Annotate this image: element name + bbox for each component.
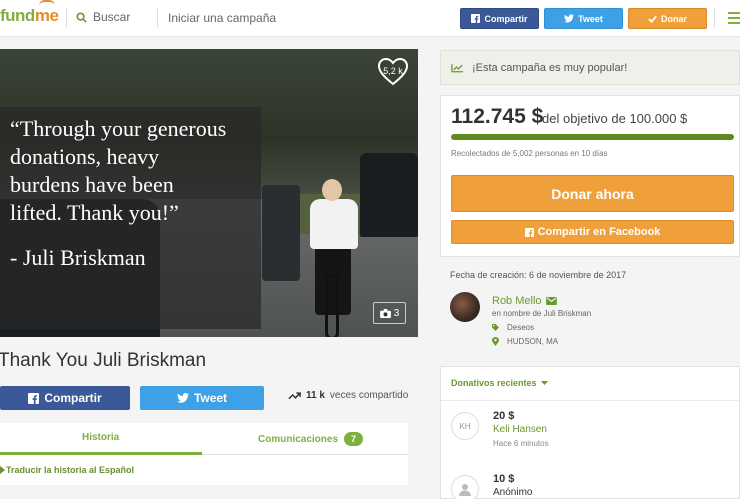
donation-item: KH 20 $ Keli Hansen Hace 6 minutos <box>451 410 731 454</box>
header-facebook-share-button[interactable]: Compartir <box>460 8 539 29</box>
camera-icon <box>379 308 391 318</box>
heart-button[interactable]: 5,2 k <box>377 57 409 87</box>
twitter-icon <box>564 14 575 23</box>
divider <box>441 400 740 401</box>
donation-amount: 10 $ <box>493 473 515 485</box>
quote-text: “Through your generous donations, heavy … <box>10 116 227 225</box>
recent-donations-label: Donativos recientes <box>451 378 537 388</box>
facebook-share-button[interactable]: Compartir <box>0 386 130 410</box>
image-cyclist <box>310 199 358 249</box>
header-donate-button[interactable]: Donar <box>628 8 707 29</box>
donation-item: 10 $ Anónimo <box>451 473 731 499</box>
recent-donations-dropdown[interactable]: Donativos recientes <box>451 378 548 388</box>
logo-text-accent: me <box>34 6 59 25</box>
logo-text-main: fund <box>0 6 35 25</box>
campaign-location: HUDSON, MA <box>492 337 558 346</box>
divider <box>157 9 158 28</box>
location-label: HUDSON, MA <box>507 337 559 346</box>
chart-trend-icon <box>451 63 464 72</box>
creation-date: Fecha de creación: 6 de noviembre de 201… <box>450 270 627 280</box>
tab-updates-label: Comunicaciones <box>258 433 339 445</box>
twitter-icon <box>176 393 189 403</box>
tag-icon <box>492 324 499 331</box>
popular-banner: ¡Esta campaña es muy popular! <box>440 50 740 85</box>
donation-time: Hace 6 minutos <box>493 439 549 448</box>
check-icon <box>648 15 657 23</box>
start-campaign-link[interactable]: Iniciar una campaña <box>168 11 276 25</box>
envelope-icon[interactable] <box>545 297 557 305</box>
search-icon <box>76 11 87 23</box>
photo-count: 3 <box>393 307 400 319</box>
organizer-avatar[interactable] <box>450 292 480 322</box>
progress-fill <box>451 134 734 140</box>
raised-amount: 112.745 $ <box>451 105 544 128</box>
facebook-icon <box>524 227 534 237</box>
campaign-title: Thank You Juli Briskman <box>0 350 207 371</box>
campaign-hero-image[interactable]: “Through your generous donations, heavy … <box>0 49 418 337</box>
campaign-category[interactable]: Deseos <box>492 323 534 332</box>
donate-now-button[interactable]: Donar ahora <box>451 175 734 212</box>
translate-label: Traducir la historia al Español <box>6 465 135 475</box>
donor-name: Anónimo <box>493 487 533 498</box>
donor-initials: KH <box>451 412 479 440</box>
organizer-info: Fecha de creación: 6 de noviembre de 201… <box>440 262 740 358</box>
organizer-behalf: en nombre de Juli Briskman <box>492 309 592 318</box>
popular-text: ¡Esta campaña es muy popular! <box>472 61 628 74</box>
goal-text: del objetivo de 100.000 $ <box>542 111 688 126</box>
divider <box>714 9 715 28</box>
logo-arc <box>39 0 55 6</box>
organizer-name-link[interactable]: Rob Mello <box>492 295 557 307</box>
image-bicycle-wheel <box>325 274 339 337</box>
search-label: Buscar <box>93 10 131 24</box>
header-tweet-button[interactable]: Tweet <box>544 8 623 29</box>
share-facebook-label: Compartir en Facebook <box>537 226 661 238</box>
recent-donations: Donativos recientes KH 20 $ Keli Hansen … <box>440 366 740 499</box>
header-share-label: Compartir <box>484 13 528 24</box>
caret-down-icon <box>540 381 548 385</box>
facebook-icon <box>28 392 40 404</box>
category-label: Deseos <box>507 323 535 332</box>
facebook-icon <box>471 14 481 23</box>
search-button[interactable]: Buscar <box>76 10 130 24</box>
image-car <box>262 185 300 281</box>
translate-story-link[interactable]: Traducir la historia al Español <box>0 455 408 485</box>
fundraising-summary: 112.745 $ del objetivo de 100.000 $ Reco… <box>440 95 740 257</box>
quote-signature: - Juli Briskman <box>10 245 146 270</box>
raised-summary: Recolectados de 5,002 personas en 10 día… <box>451 149 608 158</box>
share-count-suffix: veces compartido <box>329 390 409 401</box>
image-cyclist-head <box>322 179 342 201</box>
anonymous-avatar-icon <box>451 475 479 499</box>
updates-count-badge: 7 <box>344 432 364 446</box>
trending-icon <box>288 392 301 400</box>
donation-amount: 20 $ <box>493 410 515 422</box>
tweet-button[interactable]: Tweet <box>140 386 264 410</box>
tab-story[interactable]: Historia <box>82 432 119 443</box>
gofundme-logo[interactable]: fundme <box>0 6 59 26</box>
story-tabs: Historia Comunicaciones 7 <box>0 423 408 455</box>
menu-icon[interactable] <box>728 12 740 24</box>
share-count-value: 11 k <box>306 390 325 401</box>
share-count: 11 k veces compartido <box>288 390 408 401</box>
header-donate-label: Donar <box>660 13 687 24</box>
donor-name: Keli Hansen <box>493 424 547 435</box>
image-suv <box>360 153 418 237</box>
tab-updates[interactable]: Comunicaciones 7 <box>258 432 364 446</box>
tweet-label: Tweet <box>193 391 228 405</box>
progress-bar <box>451 134 734 140</box>
translate-icon <box>0 466 5 474</box>
header-tweet-label: Tweet <box>578 13 603 24</box>
heart-count: 5,2 k <box>383 66 403 76</box>
share-label: Compartir <box>44 391 102 405</box>
quote-overlay: “Through your generous donations, heavy … <box>0 107 261 329</box>
divider <box>66 9 67 28</box>
organizer-name: Rob Mello <box>492 295 542 307</box>
photo-gallery-button[interactable]: 3 <box>373 302 406 324</box>
map-pin-icon <box>492 337 499 346</box>
top-navigation-bar: fundme Buscar Iniciar una campaña Compar… <box>0 0 740 37</box>
share-on-facebook-button[interactable]: Compartir en Facebook <box>451 220 734 244</box>
